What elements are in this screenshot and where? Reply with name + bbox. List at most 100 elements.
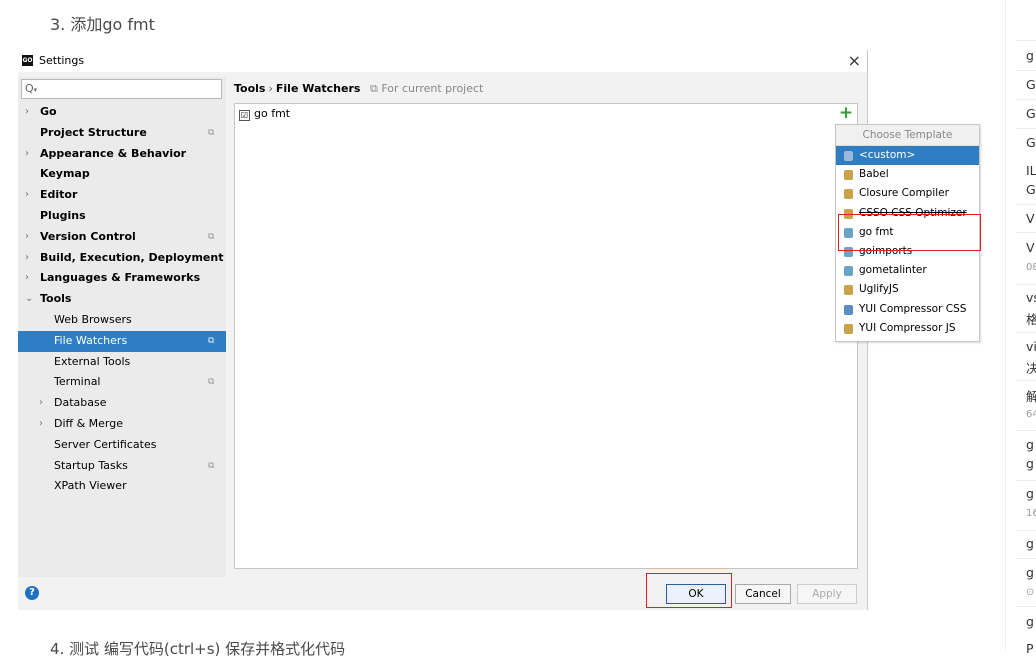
- divider: [1016, 606, 1036, 607]
- settings-sidebar: Q▾ › Go Project Structure ⧉ › Appearance & Be…: [18, 77, 226, 577]
- related-article-fragment[interactable]: g: [1026, 437, 1034, 452]
- tree-item-startup-tasks[interactable]: Startup Tasks ⧉: [18, 456, 226, 477]
- tree-item-appearance-behavior[interactable]: › Appearance & Behavior: [18, 144, 226, 165]
- tree-item-terminal[interactable]: Terminal ⧉: [18, 372, 226, 393]
- apply-button[interactable]: Apply: [797, 584, 857, 604]
- tree-item-diff-merge[interactable]: › Diff & Merge: [18, 414, 226, 435]
- tree-item-label: File Watchers: [54, 333, 128, 347]
- add-watcher-button[interactable]: +: [838, 104, 854, 122]
- watcher-checkbox[interactable]: ☑: [239, 110, 250, 121]
- file-watcher-icon: [844, 266, 853, 277]
- related-article-fragment[interactable]: g: [1026, 456, 1034, 471]
- tree-item-project-structure[interactable]: Project Structure ⧉: [18, 123, 226, 144]
- tree-item-tools[interactable]: ⌄ Tools: [18, 289, 226, 310]
- chevron-right-icon[interactable]: ›: [25, 102, 29, 123]
- tree-item-languages-frameworks[interactable]: › Languages & Frameworks: [18, 268, 226, 289]
- chevron-right-icon[interactable]: ›: [25, 185, 29, 206]
- related-article-fragment[interactable]: G: [1026, 77, 1036, 92]
- divider: [1016, 430, 1036, 431]
- template-item-yui-compressor-css[interactable]: YUI Compressor CSS: [836, 300, 979, 319]
- related-article-fragment[interactable]: g: [1026, 48, 1034, 63]
- divider: [1016, 204, 1036, 205]
- divider: [1016, 128, 1036, 129]
- chevron-right-icon[interactable]: ›: [25, 227, 29, 248]
- tree-item-label: Web Browsers: [54, 312, 132, 326]
- tree-item-keymap[interactable]: Keymap: [18, 164, 226, 185]
- breadcrumb: Tools › File Watchers ⧉ For current projec…: [234, 82, 483, 96]
- divider: [1016, 332, 1036, 333]
- divider: [1016, 530, 1036, 531]
- related-article-fragment[interactable]: P: [1026, 641, 1034, 656]
- related-article-fragment[interactable]: ⊙: [1026, 587, 1034, 598]
- chevron-right-icon[interactable]: ›: [39, 393, 43, 414]
- template-item-yui-compressor-js[interactable]: YUI Compressor JS: [836, 319, 979, 338]
- watcher-label: go fmt: [254, 107, 291, 120]
- tree-item-label: Plugins: [40, 208, 86, 222]
- template-item-gometalinter[interactable]: gometalinter: [836, 261, 979, 280]
- project-scope-icon: ⧉: [208, 335, 215, 346]
- tree-item-external-tools[interactable]: External Tools: [18, 352, 226, 373]
- chevron-right-icon[interactable]: ›: [25, 144, 29, 165]
- related-article-fragment[interactable]: g: [1026, 565, 1034, 580]
- related-article-fragment[interactable]: V: [1026, 240, 1035, 255]
- tree-item-label: Diff & Merge: [54, 416, 124, 430]
- tree-item-file-watchers[interactable]: File Watchers ⧉: [18, 330, 226, 352]
- related-article-fragment[interactable]: g: [1026, 486, 1034, 501]
- template-label: Babel: [859, 168, 889, 181]
- related-article-fragment[interactable]: G: [1026, 106, 1036, 121]
- related-article-fragment[interactable]: 16: [1026, 508, 1036, 519]
- related-article-fragment[interactable]: vi: [1026, 339, 1036, 354]
- related-article-fragment[interactable]: V: [1026, 211, 1035, 226]
- tree-item-editor[interactable]: › Editor: [18, 185, 226, 206]
- tree-item-xpath-viewer[interactable]: XPath Viewer: [18, 476, 226, 497]
- related-article-fragment[interactable]: g: [1026, 536, 1034, 551]
- close-button[interactable]: ×: [848, 51, 861, 70]
- template-item-custom[interactable]: <custom>: [836, 146, 979, 166]
- related-article-fragment[interactable]: 64: [1026, 409, 1036, 420]
- dialog-titlebar: GO Settings ×: [18, 50, 867, 72]
- chevron-right-icon[interactable]: ›: [25, 248, 29, 269]
- related-article-fragment[interactable]: 08: [1026, 262, 1036, 273]
- related-article-fragment[interactable]: 解: [1026, 386, 1036, 405]
- related-article-fragment[interactable]: G: [1026, 135, 1036, 150]
- popup-title: Choose Template: [836, 125, 979, 146]
- tree-item-label: Server Certificates: [54, 437, 157, 451]
- related-article-fragment[interactable]: g: [1026, 614, 1034, 629]
- related-articles-sidebar: gGGGILGVV08vs格vi决解64ggg16gg⊙gP: [1005, 0, 1036, 656]
- template-label: UglifyJS: [859, 283, 899, 296]
- template-item-closure-compiler[interactable]: Closure Compiler: [836, 184, 979, 203]
- related-article-fragment[interactable]: vs: [1026, 290, 1036, 305]
- tree-item-database[interactable]: › Database: [18, 393, 226, 414]
- breadcrumb-parent[interactable]: Tools: [234, 82, 265, 95]
- tree-item-go[interactable]: › Go: [18, 102, 226, 123]
- chevron-right-icon[interactable]: ›: [25, 268, 29, 289]
- template-item-uglifyjs[interactable]: UglifyJS: [836, 280, 979, 299]
- related-article-fragment[interactable]: G: [1026, 182, 1036, 197]
- tree-item-label: XPath Viewer: [54, 479, 127, 493]
- settings-search-input[interactable]: Q▾: [21, 79, 222, 99]
- chevron-right-icon[interactable]: ›: [39, 414, 43, 435]
- watcher-row[interactable]: ☑ go fmt: [239, 107, 290, 121]
- file-watcher-icon: [844, 189, 853, 200]
- template-item-babel[interactable]: Babel: [836, 165, 979, 184]
- search-icon: Q▾: [25, 82, 38, 95]
- scope-label: ⧉ For current project: [370, 82, 483, 95]
- cancel-button[interactable]: Cancel: [735, 584, 791, 604]
- file-watchers-list[interactable]: ☑ go fmt: [234, 103, 836, 569]
- related-article-fragment[interactable]: 决: [1026, 358, 1036, 377]
- tree-item-label: External Tools: [54, 354, 131, 368]
- divider: [1016, 480, 1036, 481]
- tree-item-plugins[interactable]: Plugins: [18, 206, 226, 227]
- chevron-down-icon[interactable]: ⌄: [25, 289, 33, 310]
- tree-item-server-certificates[interactable]: Server Certificates: [18, 435, 226, 456]
- tree-item-label: Startup Tasks: [54, 458, 128, 472]
- tree-item-version-control[interactable]: › Version Control ⧉: [18, 227, 226, 248]
- related-article-fragment[interactable]: IL: [1026, 163, 1036, 178]
- template-label: <custom>: [859, 149, 916, 161]
- help-button[interactable]: ?: [25, 586, 39, 600]
- tree-item-label: Appearance & Behavior: [40, 146, 187, 160]
- tree-item-build-execution-deployment[interactable]: › Build, Execution, Deployment: [18, 248, 226, 269]
- tree-item-web-browsers[interactable]: Web Browsers: [18, 310, 226, 331]
- settings-tree: › Go Project Structure ⧉ › Appearance & Behav…: [18, 102, 226, 497]
- related-article-fragment[interactable]: 格: [1026, 309, 1036, 328]
